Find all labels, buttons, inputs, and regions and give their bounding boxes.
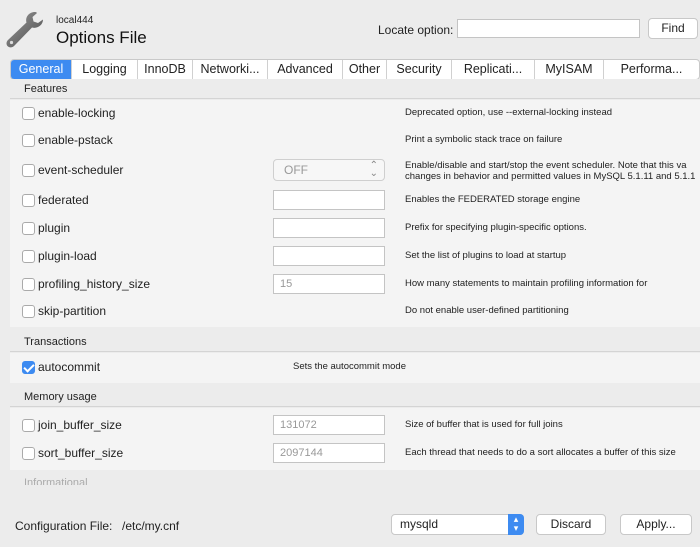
option-name: federated bbox=[38, 193, 89, 207]
connection-name: local444 bbox=[56, 15, 94, 26]
transactions-panel: autocommit Sets the autocommit mode bbox=[10, 353, 700, 383]
option-description: Size of buffer that is used for full joi… bbox=[405, 419, 563, 430]
option-row-event-scheduler: event-scheduler OFF ⌃ ⌄ Enable/disable an… bbox=[10, 159, 700, 183]
locate-option-input[interactable] bbox=[457, 19, 640, 38]
tab-performance[interactable]: Performa... bbox=[604, 60, 699, 79]
select-value: OFF bbox=[284, 163, 308, 177]
option-row-federated: federated Enables the FEDERATED storage … bbox=[10, 189, 700, 213]
option-description: Set the list of plugins to load at start… bbox=[405, 250, 567, 261]
features-panel: enable-locking Deprecated option, use --… bbox=[10, 100, 700, 327]
option-name: autocommit bbox=[38, 360, 101, 374]
config-file-label: Configuration File: bbox=[15, 519, 113, 533]
sort-buffer-size-input[interactable]: 2097144 bbox=[273, 443, 385, 463]
section-select[interactable]: mysqld ▴ ▾ bbox=[391, 514, 524, 535]
tab-myisam[interactable]: MyISAM bbox=[535, 60, 604, 79]
option-row-autocommit: autocommit Sets the autocommit mode bbox=[10, 356, 700, 380]
autocommit-checkbox[interactable] bbox=[22, 361, 35, 374]
tab-logging[interactable]: Logging bbox=[72, 60, 138, 79]
option-name: sort_buffer_size bbox=[38, 446, 124, 460]
tab-innodb[interactable]: InnoDB bbox=[138, 60, 193, 79]
section-select-value: mysqld bbox=[400, 517, 439, 531]
option-row-enable-pstack: enable-pstack Print a symbolic stack tra… bbox=[10, 129, 700, 153]
section-memory-usage: Memory usage bbox=[10, 387, 700, 407]
option-description: Sets the autocommit mode bbox=[293, 361, 406, 372]
locate-option-label: Locate option: bbox=[378, 23, 454, 37]
config-file-path: /etc/my.cnf bbox=[122, 519, 180, 533]
plugin-input[interactable] bbox=[273, 218, 385, 238]
profiling-history-size-checkbox[interactable] bbox=[22, 278, 35, 291]
option-description-line-2: changes in behavior and permitted values… bbox=[405, 171, 696, 182]
option-description-line-1: Enable/disable and start/stop the event … bbox=[405, 160, 687, 171]
header: local444 Options File Locate option: Fin… bbox=[0, 0, 700, 58]
sort-buffer-size-checkbox[interactable] bbox=[22, 447, 35, 460]
option-description: Deprecated option, use --external-lockin… bbox=[405, 107, 613, 118]
join-buffer-size-checkbox[interactable] bbox=[22, 419, 35, 432]
option-description: Do not enable user-defined partitioning bbox=[405, 305, 569, 316]
option-name: enable-locking bbox=[38, 106, 116, 120]
plugin-load-input[interactable] bbox=[273, 246, 385, 266]
option-row-join-buffer-size: join_buffer_size 131072 Size of buffer t… bbox=[10, 414, 700, 438]
section-features: Features bbox=[10, 79, 700, 99]
federated-input[interactable] bbox=[273, 190, 385, 210]
discard-button[interactable]: Discard bbox=[536, 514, 606, 535]
option-name: skip-partition bbox=[38, 304, 107, 318]
option-row-enable-locking: enable-locking Deprecated option, use --… bbox=[10, 102, 700, 126]
option-row-plugin: plugin Prefix for specifying plugin-spec… bbox=[10, 217, 700, 241]
tab-bar: General Logging InnoDB Networki... Advan… bbox=[10, 59, 700, 80]
option-row-skip-partition: skip-partition Do not enable user-define… bbox=[10, 300, 700, 324]
plugin-checkbox[interactable] bbox=[22, 222, 35, 235]
find-button[interactable]: Find bbox=[648, 18, 698, 39]
options-content[interactable]: Features enable-locking Deprecated optio… bbox=[10, 79, 700, 485]
apply-button[interactable]: Apply... bbox=[620, 514, 692, 535]
option-description: How many statements to maintain profilin… bbox=[405, 278, 648, 289]
tab-networking[interactable]: Networki... bbox=[193, 60, 268, 79]
event-scheduler-select[interactable]: OFF ⌃ ⌄ bbox=[273, 159, 385, 181]
enable-locking-checkbox[interactable] bbox=[22, 107, 35, 120]
wrench-icon bbox=[6, 12, 43, 48]
option-row-profiling-history-size: profiling_history_size 15 How many state… bbox=[10, 273, 700, 297]
chevron-up-down-icon: ⌃ ⌄ bbox=[369, 160, 378, 179]
option-description: Each thread that needs to do a sort allo… bbox=[405, 447, 676, 458]
chevron-up-down-icon: ▴ ▾ bbox=[508, 514, 524, 535]
option-description: Enables the FEDERATED storage engine bbox=[405, 194, 581, 205]
option-name: profiling_history_size bbox=[38, 277, 151, 291]
memory-panel: join_buffer_size 131072 Size of buffer t… bbox=[10, 408, 700, 470]
tab-security[interactable]: Security bbox=[387, 60, 452, 79]
option-name: join_buffer_size bbox=[38, 418, 122, 432]
section-transactions: Transactions bbox=[10, 332, 700, 352]
option-row-sort-buffer-size: sort_buffer_size 2097144 Each thread tha… bbox=[10, 442, 700, 466]
option-name: plugin bbox=[38, 221, 71, 235]
tab-other[interactable]: Other bbox=[343, 60, 387, 79]
plugin-load-checkbox[interactable] bbox=[22, 250, 35, 263]
option-name: event-scheduler bbox=[38, 163, 124, 177]
event-scheduler-checkbox[interactable] bbox=[22, 164, 35, 177]
enable-pstack-checkbox[interactable] bbox=[22, 134, 35, 147]
section-informational: Informational bbox=[24, 477, 88, 485]
option-row-plugin-load: plugin-load Set the list of plugins to l… bbox=[10, 245, 700, 269]
option-name: enable-pstack bbox=[38, 133, 113, 147]
option-description: Print a symbolic stack trace on failure bbox=[405, 134, 563, 145]
tab-general[interactable]: General bbox=[11, 60, 72, 79]
tab-advanced[interactable]: Advanced bbox=[268, 60, 343, 79]
option-description: Prefix for specifying plugin-specific op… bbox=[405, 222, 587, 233]
page-title: Options File bbox=[56, 28, 147, 47]
skip-partition-checkbox[interactable] bbox=[22, 305, 35, 318]
tab-replication[interactable]: Replicati... bbox=[452, 60, 535, 79]
option-name: plugin-load bbox=[38, 249, 97, 263]
join-buffer-size-input[interactable]: 131072 bbox=[273, 415, 385, 435]
federated-checkbox[interactable] bbox=[22, 194, 35, 207]
profiling-history-size-input[interactable]: 15 bbox=[273, 274, 385, 294]
option-description: Enable/disable and start/stop the event … bbox=[405, 160, 695, 182]
